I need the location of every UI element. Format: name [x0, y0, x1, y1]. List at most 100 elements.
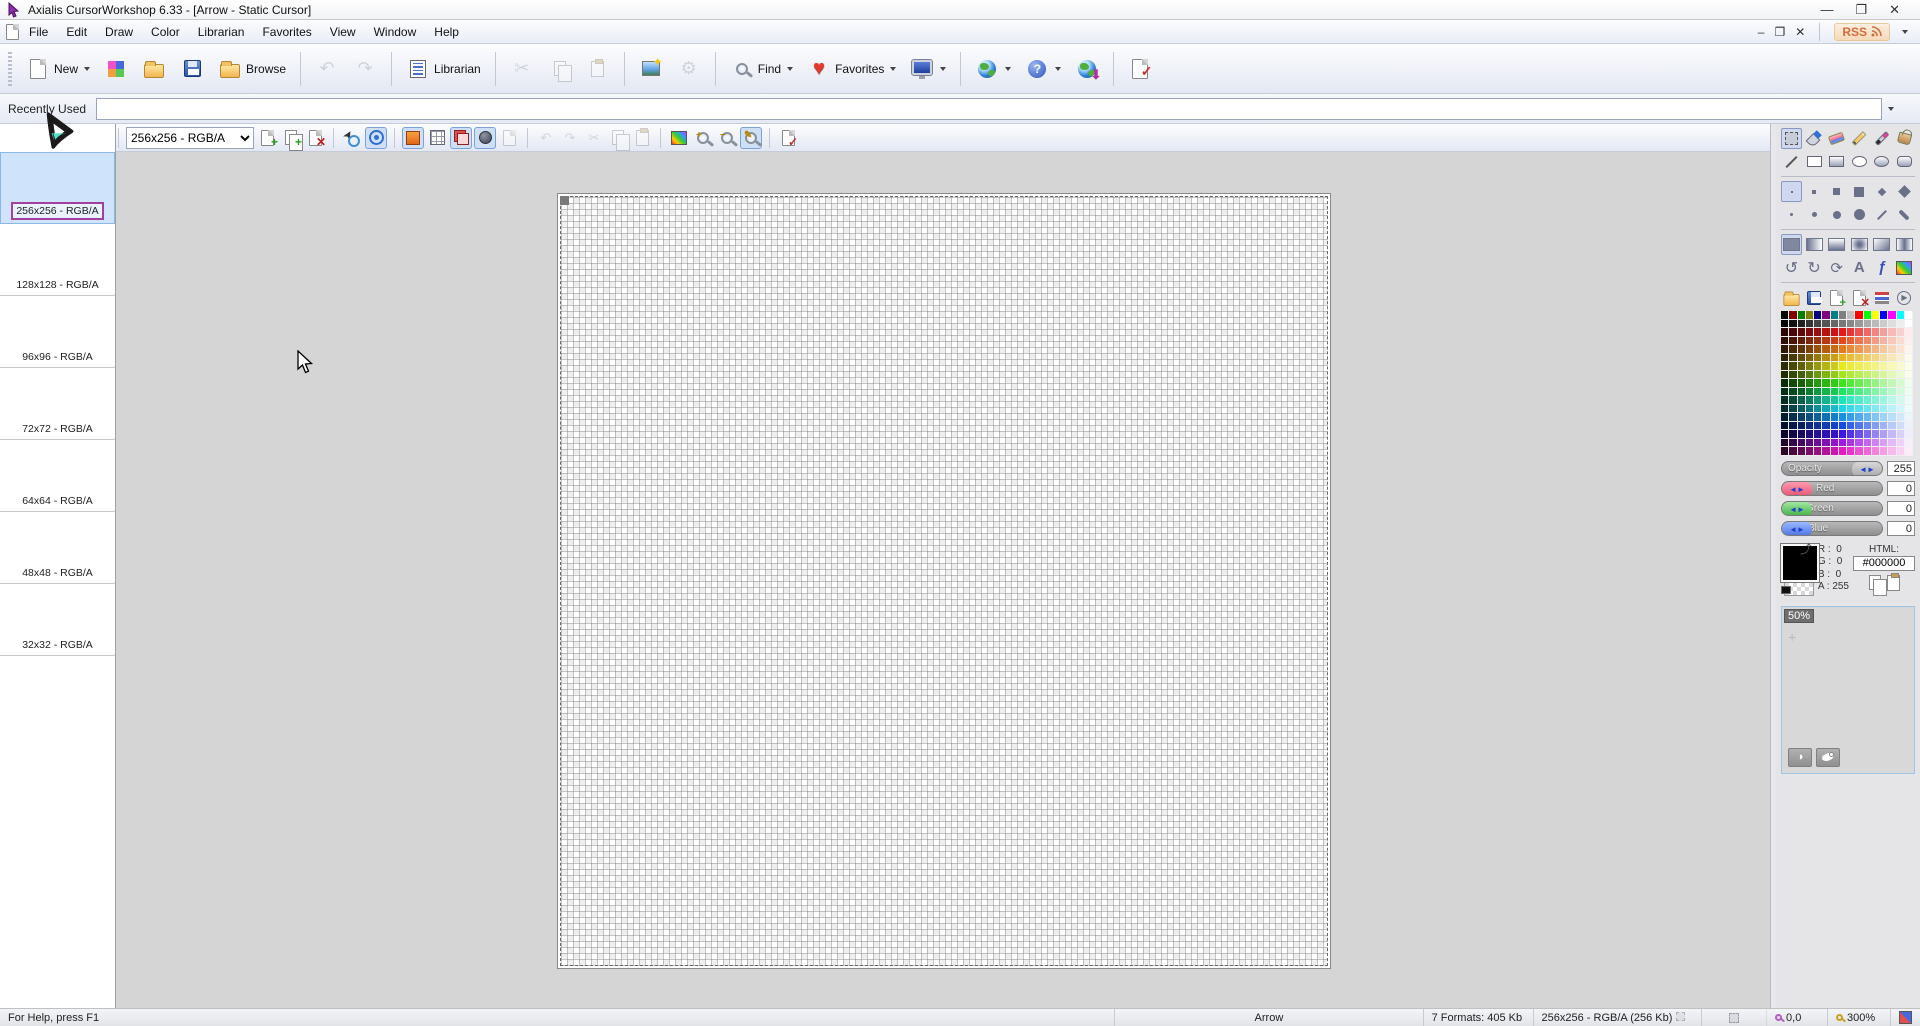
palette-cell[interactable] [1839, 362, 1847, 371]
rotate-any-tool[interactable]: ⟳ [1826, 257, 1847, 278]
palette-cell[interactable] [1905, 328, 1913, 337]
palette-cell[interactable] [1897, 447, 1905, 456]
palette-cell[interactable] [1798, 422, 1806, 431]
palette-cell[interactable] [1897, 388, 1905, 397]
palette-cell[interactable] [1880, 328, 1888, 337]
palette-cell[interactable] [1888, 430, 1896, 439]
palette-cell[interactable] [1905, 447, 1913, 456]
palette-cell[interactable] [1781, 388, 1789, 397]
paste-draw-button[interactable] [631, 127, 653, 149]
palette-cell[interactable] [1855, 345, 1863, 354]
menu-favorites[interactable]: Favorites [253, 22, 320, 42]
palette-cell[interactable] [1789, 345, 1797, 354]
palette-cell[interactable] [1839, 379, 1847, 388]
palette-cell[interactable] [1847, 388, 1855, 397]
palette-cell[interactable] [1905, 345, 1913, 354]
line-tool[interactable] [1781, 151, 1802, 172]
palette-cell[interactable] [1781, 396, 1789, 405]
palette-cell[interactable] [1839, 413, 1847, 422]
cut-button[interactable]: ✂ [505, 49, 539, 89]
palette-cell[interactable] [1814, 430, 1822, 439]
palette-cell[interactable] [1798, 430, 1806, 439]
palette-cell[interactable] [1839, 388, 1847, 397]
palette-cell[interactable] [1897, 405, 1905, 414]
palette-cell[interactable] [1872, 447, 1880, 456]
palette-cell[interactable] [1781, 413, 1789, 422]
brush-slash-thin[interactable] [1871, 204, 1892, 225]
palette-cell[interactable] [1789, 371, 1797, 380]
effects-tool[interactable]: ƒ [1871, 257, 1892, 278]
palette-cell[interactable] [1880, 362, 1888, 371]
palette-cell[interactable] [1814, 388, 1822, 397]
palette-cell[interactable] [1789, 328, 1797, 337]
palette-cell[interactable] [1822, 430, 1830, 439]
brush-size-c2[interactable] [1804, 204, 1825, 225]
palette-cell[interactable] [1888, 320, 1896, 329]
palette-cell[interactable] [1888, 328, 1896, 337]
palette-cell[interactable] [1814, 439, 1822, 448]
palette-cell[interactable] [1897, 379, 1905, 388]
palette-cell[interactable] [1831, 311, 1839, 320]
palette-cell[interactable] [1839, 311, 1847, 320]
eraser-tool[interactable] [1826, 128, 1847, 149]
rotate-left-tool[interactable]: ↺ [1781, 257, 1802, 278]
transparent-grid[interactable] [560, 196, 1328, 966]
copy-button[interactable] [543, 49, 577, 89]
palette-cell[interactable] [1781, 311, 1789, 320]
palette-save-button[interactable] [1804, 287, 1825, 308]
palette-cell[interactable] [1781, 447, 1789, 456]
palette-cell[interactable] [1806, 396, 1814, 405]
blue-value[interactable]: 0 [1887, 521, 1915, 536]
palette-cell[interactable] [1822, 405, 1830, 414]
palette-cell[interactable] [1806, 337, 1814, 346]
palette-cell[interactable] [1798, 354, 1806, 363]
palette-cell[interactable] [1872, 328, 1880, 337]
palette-cell[interactable] [1847, 337, 1855, 346]
palette-cell[interactable] [1781, 362, 1789, 371]
palette-cell[interactable] [1847, 379, 1855, 388]
green-slider-thumb[interactable]: ◄► [1782, 502, 1812, 516]
palette-cell[interactable] [1855, 439, 1863, 448]
palette-cell[interactable] [1855, 320, 1863, 329]
palette-cell[interactable] [1839, 405, 1847, 414]
palette-cell[interactable] [1880, 422, 1888, 431]
palette-cell[interactable] [1905, 388, 1913, 397]
copy-draw-button[interactable] [607, 127, 629, 149]
palette-cell[interactable] [1806, 422, 1814, 431]
palette-cell[interactable] [1905, 311, 1913, 320]
colorize-tool[interactable] [1894, 257, 1915, 278]
mdi-close-button[interactable]: ✕ [1795, 25, 1805, 39]
palette-cell[interactable] [1781, 405, 1789, 414]
palette-cell[interactable] [1888, 362, 1896, 371]
copy-color-button[interactable] [1869, 575, 1881, 590]
fill-gradient-h[interactable] [1804, 234, 1825, 255]
palette-cell[interactable] [1872, 311, 1880, 320]
brush-size-c4[interactable] [1826, 204, 1847, 225]
palette-cell[interactable] [1806, 388, 1814, 397]
palette-cell[interactable] [1897, 320, 1905, 329]
palette-cell[interactable] [1864, 354, 1872, 363]
palette-cell[interactable] [1864, 337, 1872, 346]
palette-cell[interactable] [1897, 413, 1905, 422]
blue-slider[interactable]: Blue ◄► [1781, 521, 1883, 536]
palette-cell[interactable] [1839, 396, 1847, 405]
palette-cell[interactable] [1864, 396, 1872, 405]
palette-cell[interactable] [1880, 413, 1888, 422]
palette-cell[interactable] [1855, 311, 1863, 320]
close-button[interactable]: ✕ [1889, 2, 1900, 18]
palette-cell[interactable] [1822, 354, 1830, 363]
palette-cell[interactable] [1888, 447, 1896, 456]
palette-cell[interactable] [1789, 320, 1797, 329]
palette-cell[interactable] [1806, 311, 1814, 320]
zoom-out-button[interactable]: − [716, 127, 738, 149]
palette-cell[interactable] [1847, 328, 1855, 337]
html-color-input[interactable] [1853, 556, 1915, 571]
palette-cell[interactable] [1831, 405, 1839, 414]
palette-cell[interactable] [1831, 354, 1839, 363]
menu-librarian[interactable]: Librarian [189, 22, 254, 42]
palette-cell[interactable] [1814, 396, 1822, 405]
palette-cell[interactable] [1806, 345, 1814, 354]
palette-new-button[interactable]: + [1826, 287, 1847, 308]
palette-cell[interactable] [1781, 345, 1789, 354]
check-document-button[interactable]: ✓ [1123, 49, 1157, 89]
